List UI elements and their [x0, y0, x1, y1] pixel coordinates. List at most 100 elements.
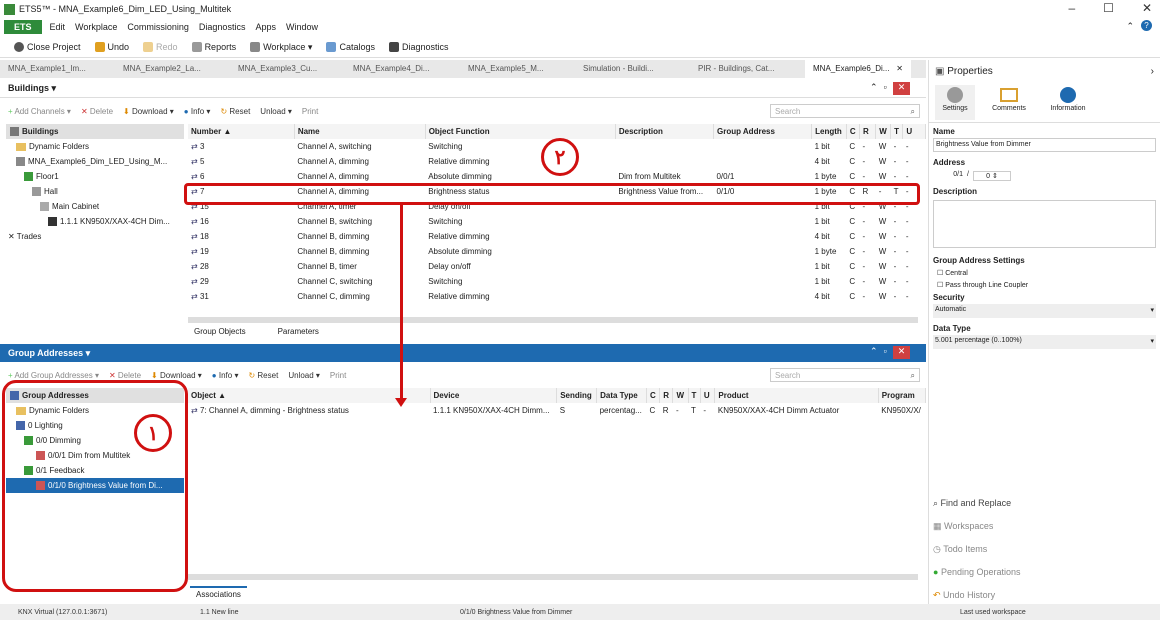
- col-u[interactable]: U: [902, 124, 926, 139]
- address-sub-stepper[interactable]: 0 ⇕: [972, 171, 1011, 181]
- panel-collapse-icon[interactable]: ⌃: [870, 82, 878, 95]
- delete-button[interactable]: ✕ Delete: [81, 107, 113, 116]
- tab-parameters[interactable]: Parameters: [272, 324, 325, 340]
- pass-through-checkbox[interactable]: ☐ Pass through Line Coupler: [937, 281, 1156, 289]
- tree-trades[interactable]: ✕ Trades: [6, 229, 184, 244]
- ga-unload-button[interactable]: Unload ▾: [288, 371, 320, 380]
- menu-workplace[interactable]: Workplace: [75, 22, 117, 32]
- col-sending[interactable]: Sending: [556, 388, 598, 403]
- diagnostics-button[interactable]: Diagnostics: [388, 42, 449, 52]
- buildings-search-input[interactable]: Search ⌕: [770, 104, 920, 118]
- col-data-type[interactable]: Data Type: [596, 388, 647, 403]
- ga-reset-button[interactable]: ↻ Reset: [248, 371, 278, 380]
- menu-window[interactable]: Window: [286, 22, 318, 32]
- datatype-select[interactable]: 5.001 percentage (0..100%) ▾: [933, 335, 1156, 349]
- central-checkbox[interactable]: ☐ Central: [937, 269, 1156, 277]
- unload-button[interactable]: Unload ▾: [260, 107, 292, 116]
- tab-example5[interactable]: MNA_Example5_M...: [460, 60, 575, 78]
- close-project-button[interactable]: Close Project: [14, 42, 81, 52]
- print-button[interactable]: Print: [302, 107, 318, 116]
- add-group-addresses-button[interactable]: + Add Group Addresses ▾: [8, 371, 99, 380]
- horizontal-scrollbar[interactable]: [188, 317, 918, 323]
- ga-info-button[interactable]: ● Info ▾: [212, 371, 239, 380]
- tab-example1[interactable]: MNA_Example1_Im...: [0, 60, 115, 78]
- menu-apps[interactable]: Apps: [255, 22, 276, 32]
- connection-status[interactable]: KNX Virtual (127.0.0.1:3671): [0, 609, 200, 616]
- ga-download-button[interactable]: ⬇ Download ▾: [151, 371, 202, 380]
- tree-dynamic-folders[interactable]: Dynamic Folders: [6, 139, 184, 154]
- table-row[interactable]: ⇄ 31 Channel C, dimming Relative dimming 4 …: [188, 289, 926, 304]
- add-channels-button[interactable]: + Add Channels ▾: [8, 107, 71, 116]
- redo-button[interactable]: Redo: [143, 42, 178, 52]
- find-replace-link[interactable]: ⌕ Find and Replace: [933, 492, 1021, 515]
- col-name[interactable]: Name: [294, 124, 426, 139]
- panel-restore-icon[interactable]: ▫: [884, 82, 887, 95]
- tree-project[interactable]: MNA_Example6_Dim_LED_Using_M...: [6, 154, 184, 169]
- group-addresses-panel-title[interactable]: Group Addresses ▾: [8, 348, 90, 359]
- tab-example4[interactable]: MNA_Example4_Di...: [345, 60, 460, 78]
- col-number[interactable]: Number ▲: [188, 124, 295, 139]
- security-select[interactable]: Automatic ▾: [933, 304, 1156, 318]
- ga-search-input[interactable]: Search ⌕: [770, 368, 920, 382]
- name-field[interactable]: Brightness Value from Dimmer: [933, 138, 1156, 152]
- tab-example6[interactable]: MNA_Example6_Di... ✕: [805, 60, 911, 78]
- col-description[interactable]: Description: [615, 124, 714, 139]
- col-object[interactable]: Object ▲: [188, 388, 431, 403]
- col-t[interactable]: T: [890, 124, 904, 139]
- tab-information[interactable]: Information: [1043, 85, 1093, 120]
- table-row[interactable]: ⇄ 7: Channel A, dimming - Brightness sta…: [188, 403, 926, 418]
- col-r[interactable]: R: [659, 388, 674, 403]
- tab-settings[interactable]: Settings: [935, 85, 975, 120]
- col-w[interactable]: W: [672, 388, 689, 403]
- table-row[interactable]: ⇄ 19 Channel B, dimming Absolute dimming 1 …: [188, 244, 926, 259]
- collapse-ribbon-icon[interactable]: ⌃: [1126, 21, 1134, 32]
- ga-delete-button[interactable]: ✕ Delete: [109, 371, 141, 380]
- col-object-function[interactable]: Object Function: [425, 124, 616, 139]
- ga-horizontal-scrollbar[interactable]: [188, 574, 918, 580]
- help-icon[interactable]: ?: [1141, 20, 1152, 31]
- ga-collapse-icon[interactable]: ⌃: [870, 346, 878, 359]
- tree-device[interactable]: 1.1.1 KN950X/XAX-4CH Dim...: [6, 214, 184, 229]
- ga-print-button[interactable]: Print: [330, 371, 346, 380]
- table-row[interactable]: ⇄ 29 Channel C, switching Switching 1 bit C -…: [188, 274, 926, 289]
- menu-edit[interactable]: Edit: [50, 22, 66, 32]
- col-t[interactable]: T: [688, 388, 701, 403]
- info-button[interactable]: ● Info ▾: [184, 107, 211, 116]
- undo-button[interactable]: Undo: [94, 42, 129, 52]
- col-c[interactable]: C: [646, 388, 661, 403]
- table-row[interactable]: ⇄ 28 Channel B, timer Delay on/off 1 bit C - W…: [188, 259, 926, 274]
- table-row[interactable]: ⇄ 18 Channel B, dimming Relative dimming 4 …: [188, 229, 926, 244]
- col-program[interactable]: Program: [878, 388, 926, 403]
- close-tab-icon[interactable]: ✕: [896, 64, 903, 74]
- reports-button[interactable]: Reports: [191, 42, 236, 52]
- download-button[interactable]: ⬇ Download ▾: [123, 107, 174, 116]
- ets-menu-button[interactable]: ETS: [4, 19, 42, 34]
- collapse-panel-icon[interactable]: ›: [1151, 66, 1154, 77]
- description-field[interactable]: [933, 200, 1156, 248]
- col-u[interactable]: U: [700, 388, 716, 403]
- col-c[interactable]: C: [846, 124, 860, 139]
- tab-group-objects[interactable]: Group Objects: [188, 324, 252, 340]
- tab-example2[interactable]: MNA_Example2_La...: [115, 60, 230, 78]
- col-w[interactable]: W: [875, 124, 892, 139]
- reset-button[interactable]: ↻ Reset: [220, 107, 250, 116]
- ga-close-icon[interactable]: ✕: [892, 346, 911, 359]
- workspaces-link[interactable]: ▦ Workspaces: [933, 515, 1021, 538]
- tree-floor1[interactable]: Floor1: [6, 169, 184, 184]
- pending-operations-link[interactable]: ● Pending Operations: [933, 561, 1021, 584]
- tree-hall[interactable]: Hall: [6, 184, 184, 199]
- tab-comments[interactable]: Comments: [989, 85, 1029, 120]
- buildings-tree-header[interactable]: Buildings: [6, 124, 184, 139]
- tree-main-cabinet[interactable]: Main Cabinet: [6, 199, 184, 214]
- catalogs-button[interactable]: Catalogs: [326, 42, 375, 52]
- menu-commissioning[interactable]: Commissioning: [127, 22, 189, 32]
- tab-simulation[interactable]: Simulation - Buildi...: [575, 60, 690, 78]
- workplace-button[interactable]: Workplace ▾: [250, 42, 312, 53]
- col-device[interactable]: Device: [430, 388, 558, 403]
- col-length[interactable]: Length: [811, 124, 847, 139]
- col-group-address[interactable]: Group Address: [713, 124, 813, 139]
- buildings-panel-title[interactable]: Buildings ▾: [8, 83, 56, 94]
- close-window-button[interactable]: ✕: [1142, 1, 1152, 15]
- table-row[interactable]: ⇄ 16 Channel B, switching Switching 1 bit C -…: [188, 214, 926, 229]
- tab-associations[interactable]: Associations: [190, 586, 247, 601]
